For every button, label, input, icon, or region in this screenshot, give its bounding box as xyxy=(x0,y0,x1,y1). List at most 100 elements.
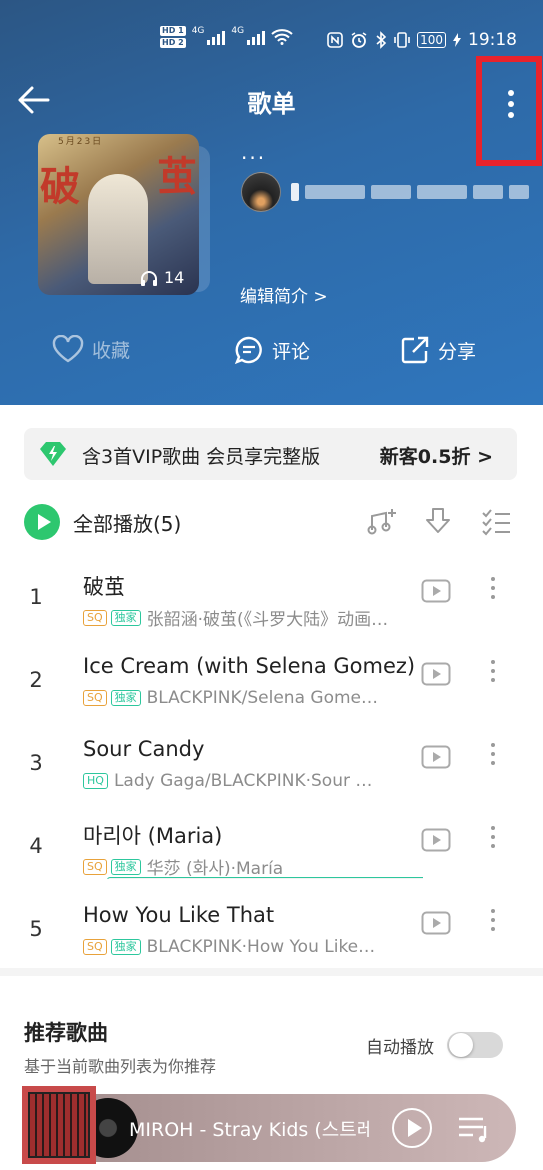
hd-badges: HD 1 HD 2 xyxy=(160,26,186,48)
song-more-icon[interactable] xyxy=(491,577,495,599)
hd2-badge: HD 2 xyxy=(160,38,186,48)
play-all-row: 全部播放(5) xyxy=(24,502,517,542)
status-bar: HD 1 HD 2 4G 4G 100 19:18 xyxy=(0,0,543,80)
playlist-queue-icon[interactable] xyxy=(457,1114,491,1144)
network-type-2: 4G xyxy=(231,26,245,36)
mv-play-icon[interactable] xyxy=(421,745,451,769)
multi-select-icon[interactable] xyxy=(480,506,512,536)
mv-play-icon[interactable] xyxy=(421,662,451,686)
action-bar: 收藏 评论 分享 xyxy=(0,335,543,379)
now-playing-album-art[interactable] xyxy=(22,1086,96,1164)
quality-tag: SQ xyxy=(83,609,107,626)
song-number: 1 xyxy=(29,585,43,609)
headphones-icon xyxy=(141,270,157,286)
song-title: How You Like That xyxy=(83,903,275,927)
song-meta: VIPSQ独家BLACKPINK/Selena Gome… xyxy=(83,688,423,708)
download-icon[interactable] xyxy=(424,506,452,536)
listen-count: 14 xyxy=(164,268,185,287)
creator-avatar[interactable] xyxy=(241,172,281,212)
more-vertical-icon xyxy=(508,90,514,118)
signal-1-icon xyxy=(207,29,226,45)
autoplay-toggle[interactable] xyxy=(447,1032,503,1058)
nfc-icon xyxy=(327,32,343,48)
comment-icon xyxy=(234,336,262,365)
quality-tag: 独家 xyxy=(110,690,141,706)
song-row[interactable]: 3 Sour Candy HQ Lady Gaga/BLACKPINK·Sour … xyxy=(0,721,543,804)
song-meta: SQ 独家 张韶涵·破茧(《斗罗大陆》动画… xyxy=(83,605,423,630)
recommend-subtitle: 基于当前歌曲列表为你推荐 xyxy=(24,1057,217,1076)
mv-play-icon[interactable] xyxy=(421,911,451,935)
listen-count-badge: 14 xyxy=(140,268,184,287)
vip-diamond-icon xyxy=(40,442,66,466)
play-all-button[interactable] xyxy=(24,504,60,540)
song-meta: HQ Lady Gaga/BLACKPINK·Sour Candy xyxy=(83,771,423,791)
song-subtitle: 华莎 (화사)·María xyxy=(146,859,284,879)
song-row[interactable]: 5 How You Like That VIPSQ独家BLACKPINK·How… xyxy=(0,887,543,970)
mv-play-icon[interactable] xyxy=(421,579,451,603)
status-right: 100 19:18 xyxy=(327,30,517,50)
song-title: Ice Cream (with Selena Gomez) xyxy=(83,654,416,678)
song-meta: VIPSQ独家华莎 (화사)·María xyxy=(83,854,423,879)
quality-tag: 独家 xyxy=(110,939,141,955)
song-more-icon[interactable] xyxy=(491,826,495,848)
status-left: HD 1 HD 2 4G 4G xyxy=(160,26,293,48)
alarm-icon xyxy=(351,32,367,48)
clock: 19:18 xyxy=(468,30,517,50)
song-subtitle: BLACKPINK/Selena Gome… xyxy=(146,688,378,708)
quality-tag: 独家 xyxy=(110,858,141,875)
song-row[interactable]: 1 破茧 SQ 独家 张韶涵·破茧(《斗罗大陆》动画… xyxy=(0,555,543,638)
top-nav: 歌单 xyxy=(0,56,543,166)
cover-figure xyxy=(88,174,148,284)
song-title: 마리아 (Maria) xyxy=(83,824,223,848)
comment-label: 评论 xyxy=(272,340,311,363)
song-more-icon[interactable] xyxy=(491,743,495,765)
vip-banner[interactable]: 含3首VIP歌曲 会员享完整版 新客0.5折 > xyxy=(24,428,517,480)
mini-player[interactable]: MIROH - Stray Kids (스트레 xyxy=(22,1086,516,1164)
song-meta: VIPSQ独家BLACKPINK·How You Like… xyxy=(83,937,423,957)
song-more-icon[interactable] xyxy=(491,660,495,682)
playlist-cover[interactable]: 5月23日 破 茧 14 xyxy=(38,134,199,295)
play-pause-button[interactable] xyxy=(392,1108,432,1148)
favorite-label: 收藏 xyxy=(92,339,131,362)
now-playing-text: MIROH - Stray Kids (스트레 xyxy=(129,1119,369,1141)
network-type-1: 4G xyxy=(191,26,205,36)
song-subtitle: 张韶涵·破茧(《斗罗大陆》动画… xyxy=(146,610,389,630)
wifi-icon xyxy=(271,29,293,45)
share-icon xyxy=(401,336,429,364)
song-number: 4 xyxy=(29,834,43,858)
playlist-header: HD 1 HD 2 4G 4G 100 19:18 歌单 5月23日 破 茧 1… xyxy=(0,0,543,405)
song-number: 2 xyxy=(29,668,43,692)
song-more-icon[interactable] xyxy=(491,909,495,931)
signal-2-icon xyxy=(247,29,266,45)
song-title: 破茧 xyxy=(83,575,125,599)
add-music-icon[interactable] xyxy=(366,506,398,536)
creator-row[interactable] xyxy=(241,172,529,212)
recommend-title: 推荐歌曲 xyxy=(24,1021,108,1045)
comment-button[interactable]: 评论 xyxy=(234,335,310,365)
vip-banner-text: 含3首VIP歌曲 会员享完整版 xyxy=(82,446,321,468)
page-title: 歌单 xyxy=(247,90,296,118)
autoplay-label: 自动播放 xyxy=(366,1038,434,1058)
mv-play-icon[interactable] xyxy=(421,828,451,852)
play-all-label[interactable]: 全部播放(5) xyxy=(73,508,181,537)
bluetooth-icon xyxy=(376,31,387,49)
song-number: 3 xyxy=(29,751,43,775)
share-button[interactable]: 分享 xyxy=(400,335,476,365)
more-options-button[interactable] xyxy=(476,56,542,166)
edit-intro-link[interactable]: 编辑简介 > xyxy=(240,282,328,307)
hd1-badge: HD 1 xyxy=(160,26,186,36)
vip-banner-cta[interactable]: 新客0.5折 > xyxy=(380,442,493,469)
song-row[interactable]: 2 Ice Cream (with Selena Gomez) VIPSQ独家B… xyxy=(0,638,543,721)
share-label: 分享 xyxy=(438,340,477,363)
song-list-panel: 含3首VIP歌曲 会员享完整版 新客0.5折 > 全部播放(5) 1 破茧 SQ… xyxy=(0,405,543,1170)
favorite-button[interactable]: 收藏 xyxy=(52,335,130,363)
charging-icon xyxy=(453,33,461,47)
song-row[interactable]: 4 마리아 (Maria) VIPSQ独家华莎 (화사)·María xyxy=(0,804,543,887)
playlist-name: ... xyxy=(241,140,267,164)
creator-name-redacted xyxy=(291,183,529,201)
quality-tag: SQ xyxy=(83,858,107,875)
quality-tag: 独家 xyxy=(110,609,141,626)
song-title: Sour Candy xyxy=(83,737,205,761)
song-number: 5 xyxy=(29,917,43,941)
vibrate-icon xyxy=(394,32,410,48)
